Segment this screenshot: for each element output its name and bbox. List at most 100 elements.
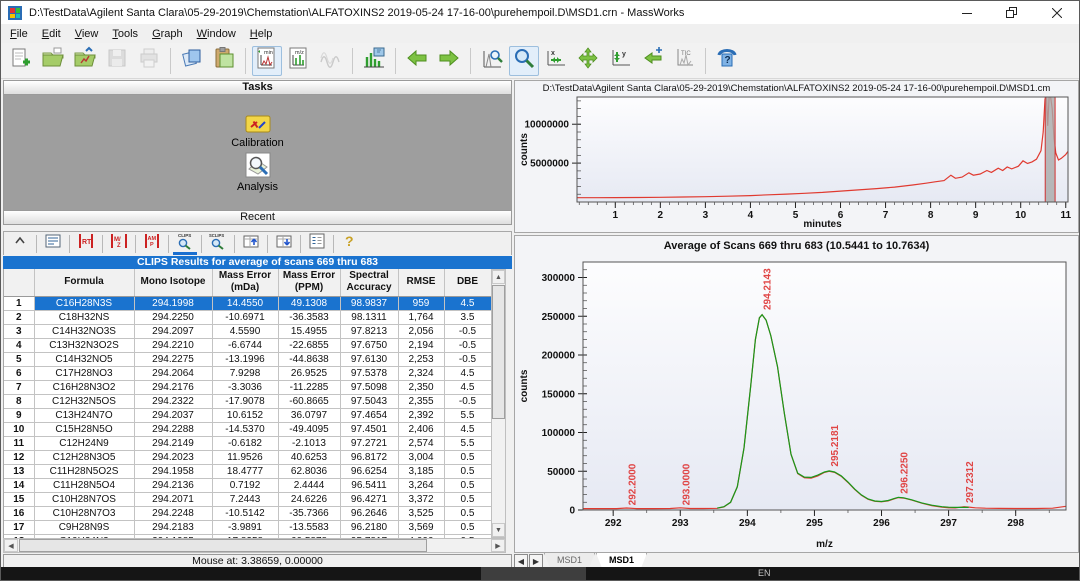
copy-page-button[interactable] xyxy=(177,46,207,76)
tab-msd1-1[interactable]: MSD1 xyxy=(596,553,647,568)
table-row[interactable]: 6C17H28NO3294.20647.929826.952597.53782,… xyxy=(4,366,491,380)
report-view-button[interactable] xyxy=(40,233,66,254)
column-header[interactable]: Mass Error (mDa) xyxy=(212,269,278,296)
column-header[interactable]: DBE xyxy=(444,269,491,296)
spectrum-panel[interactable]: Average of Scans 669 thru 683 (10.5441 t… xyxy=(514,235,1079,553)
sclips-search-button[interactable]: SCLIPS xyxy=(205,233,231,254)
table-row[interactable]: 14C11H28N5O4294.21360.71922.444496.54113… xyxy=(4,478,491,492)
filter-rt-button[interactable]: RT xyxy=(73,233,99,254)
task-calibration[interactable]: Calibration xyxy=(231,112,284,149)
table-row[interactable]: 10C15H28N5O294.2288-14.5370-49.409597.45… xyxy=(4,422,491,436)
menu-view[interactable]: View xyxy=(68,26,106,42)
import-results-button[interactable] xyxy=(238,233,264,254)
horizontal-scroll-thumb[interactable] xyxy=(19,539,427,552)
table-row[interactable]: 5C14H32NO5294.2275-13.1996-44.863897.613… xyxy=(4,352,491,366)
column-header[interactable] xyxy=(4,269,34,296)
autoscale-button[interactable] xyxy=(573,46,603,76)
filter-amp-button[interactable]: AMP xyxy=(139,233,165,254)
chromatogram-panel[interactable]: D:\TestData\Agilent Santa Clara\05-29-20… xyxy=(514,80,1079,233)
svg-text:8: 8 xyxy=(928,210,934,221)
zoom-tool-button[interactable] xyxy=(509,46,539,76)
column-header[interactable]: Formula xyxy=(34,269,134,296)
recent-header[interactable]: Recent xyxy=(3,210,512,225)
table-row[interactable]: 15C10H28N7OS294.20717.244324.622696.4271… xyxy=(4,492,491,506)
spectrum-view-button[interactable]: m/z xyxy=(284,46,314,76)
toolbar-separator xyxy=(36,235,37,253)
table-row[interactable]: 11C12H24N9294.2149-0.6182-2.101397.27212… xyxy=(4,436,491,450)
mass-spectrum[interactable]: Average of Scans 669 thru 683 (10.5441 t… xyxy=(515,236,1078,552)
peak-zoom-button[interactable] xyxy=(477,46,507,76)
new-document-button[interactable] xyxy=(6,46,36,76)
collapse-button[interactable] xyxy=(7,233,33,254)
column-header[interactable]: RMSE xyxy=(398,269,444,296)
cell-value: -0.6182 xyxy=(212,436,278,450)
tab-scroll-right[interactable]: ▶ xyxy=(529,554,543,568)
menu-tools[interactable]: Tools xyxy=(105,26,145,42)
open-data-button[interactable] xyxy=(70,46,100,76)
column-header[interactable]: Mass Error (PPM) xyxy=(278,269,340,296)
zoom-y-button[interactable]: y xyxy=(605,46,635,76)
table-row[interactable]: 8C12H32N5OS294.2322-17.9078-60.866597.50… xyxy=(4,394,491,408)
export-results-button[interactable] xyxy=(271,233,297,254)
task-analysis[interactable]: Analysis xyxy=(237,152,278,193)
svg-text:294: 294 xyxy=(739,518,756,529)
menu-edit[interactable]: Edit xyxy=(35,26,68,42)
print-button[interactable] xyxy=(134,46,164,76)
tic-chromatogram[interactable]: D:\TestData\Agilent Santa Clara\05-29-20… xyxy=(515,81,1078,232)
table-row[interactable]: 13C11H28N5O2S294.195818.477762.803696.62… xyxy=(4,464,491,478)
properties-button[interactable] xyxy=(304,233,330,254)
filter-mz-button[interactable]: M/Z xyxy=(106,233,132,254)
cell-value: 96.2180 xyxy=(340,520,398,534)
cell-value: 294.2250 xyxy=(134,310,212,324)
table-row[interactable]: 4C13H32N3O2S294.2210-6.6744-22.685597.67… xyxy=(4,338,491,352)
scroll-up-button[interactable]: ▲ xyxy=(492,270,505,284)
next-scan-button[interactable] xyxy=(434,46,464,76)
table-row[interactable]: 17C9H28N9S294.2183-3.9891-13.558396.2180… xyxy=(4,520,491,534)
vertical-scroll-thumb[interactable] xyxy=(492,285,505,419)
menu-graph[interactable]: Graph xyxy=(145,26,190,42)
chart-title: D:\TestData\Agilent Santa Clara\05-29-20… xyxy=(543,83,1051,94)
table-row[interactable]: 9C13H24N7O294.203710.615236.079797.46542… xyxy=(4,408,491,422)
print-icon xyxy=(137,46,161,75)
open-file-button[interactable] xyxy=(38,46,68,76)
table-row[interactable]: 3C14H32NO3S294.20974.559015.495597.82132… xyxy=(4,324,491,338)
help-button[interactable]: ? xyxy=(712,46,742,76)
table-row[interactable]: 16C10H28N7O3294.2248-10.5142-35.736696.2… xyxy=(4,506,491,520)
tab-msd1-0[interactable]: MSD1 xyxy=(544,553,595,568)
menu-help[interactable]: Help xyxy=(243,26,280,42)
save-button[interactable] xyxy=(102,46,132,76)
cell-value: 3,185 xyxy=(398,464,444,478)
column-header[interactable]: Mono Isotope xyxy=(134,269,212,296)
windows-taskbar[interactable]: EN xyxy=(1,567,1079,580)
calibration-tool-button[interactable] xyxy=(359,46,389,76)
cell-value: 4.5590 xyxy=(212,324,278,338)
table-row[interactable]: 2C18H32NS294.2250-10.6971-36.358398.1311… xyxy=(4,310,491,324)
menu-window[interactable]: Window xyxy=(190,26,243,42)
table-vertical-scrollbar[interactable]: ▲ ▼ xyxy=(491,269,506,538)
table-row[interactable]: 1C16H28N3S294.199814.455049.130898.98379… xyxy=(4,296,491,310)
scroll-down-button[interactable]: ▼ xyxy=(492,523,505,537)
paste-button[interactable] xyxy=(209,46,239,76)
show-tic-button[interactable]: TIC xyxy=(669,46,699,76)
menu-file[interactable]: File xyxy=(3,26,35,42)
restore-button[interactable] xyxy=(989,1,1034,24)
minimize-button[interactable] xyxy=(944,1,989,24)
column-header[interactable]: Spectral Accuracy xyxy=(340,269,398,296)
previous-scan-button[interactable] xyxy=(402,46,432,76)
taskbar-language[interactable]: EN xyxy=(758,568,771,578)
zoom-x-button[interactable]: x xyxy=(541,46,571,76)
table-row[interactable]: 12C12H28N3O5294.202311.952640.625396.817… xyxy=(4,450,491,464)
close-button[interactable] xyxy=(1034,1,1079,24)
insert-range-button[interactable] xyxy=(637,46,667,76)
overlay-view-button[interactable] xyxy=(316,46,346,76)
help-button[interactable]: ? xyxy=(337,233,363,254)
taskbar-app-segment[interactable] xyxy=(481,567,586,580)
scroll-right-button[interactable]: ▶ xyxy=(491,539,505,552)
tic-view-button[interactable]: min xyxy=(252,46,282,76)
scroll-left-button[interactable]: ◀ xyxy=(4,539,18,552)
tab-scroll-left[interactable]: ◀ xyxy=(514,554,528,568)
table-horizontal-scrollbar[interactable]: ◀ ▶ xyxy=(3,538,506,553)
toolbar-separator xyxy=(470,48,471,74)
clips-search-button[interactable]: CLIPS xyxy=(172,233,198,254)
table-row[interactable]: 7C16H28N3O2294.2176-3.3036-11.228597.509… xyxy=(4,380,491,394)
